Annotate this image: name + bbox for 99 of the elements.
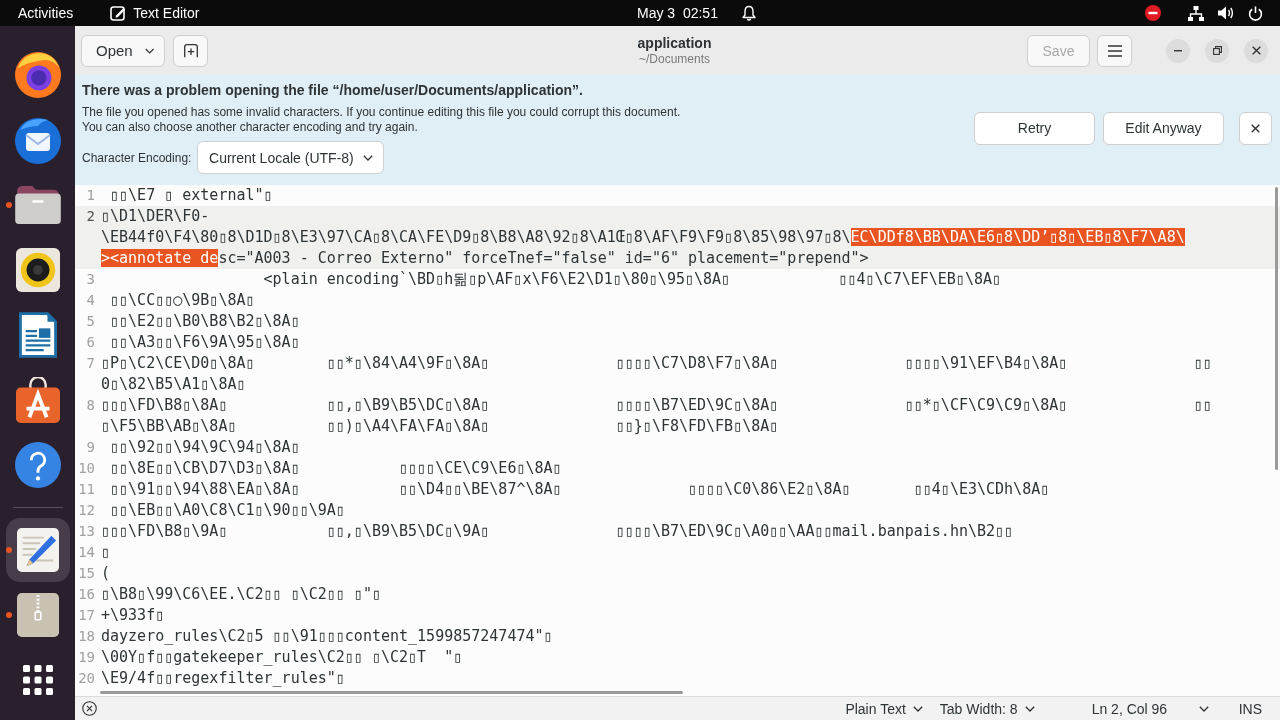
- maximize-button[interactable]: [1205, 38, 1229, 63]
- selected-text: ><annotate de: [101, 249, 219, 267]
- code-text: ▯▯▯\FD\B8▯\9A▯ ▯▯,▯\B9\B5\DC▯\9A▯ ▯▯▯▯\B7\ED\9C▯\A0▯▯\AA▯▯mail.banpais.hn\B2▯▯: [101, 522, 1014, 540]
- code-text: ▯\D1\DER\F0-: [101, 207, 210, 225]
- code-text: +\933f▯: [101, 606, 165, 624]
- encoding-label: Character Encoding:: [82, 150, 192, 165]
- menu-icon: [1107, 44, 1122, 57]
- app-grid-icon: [22, 665, 53, 695]
- line-number: 11: [77, 480, 96, 499]
- line-number: 16: [77, 585, 96, 604]
- folder-icon: [14, 186, 61, 224]
- window-subtitle: ~/Documents: [638, 51, 710, 67]
- close-button[interactable]: [1244, 38, 1268, 63]
- line-number: 17: [77, 606, 96, 625]
- line-number: 2: [85, 207, 96, 226]
- error-title: There was a problem opening the file “/home/user/Documents/application”.: [82, 81, 583, 99]
- line-number: 18: [77, 627, 96, 646]
- shopping-bag-icon: [15, 377, 60, 423]
- document-icon: [18, 312, 57, 358]
- code-text: ▯▯▯\FD\B8▯\8A▯ ▯▯,▯\B9\B5\DC▯\8A▯ ▯▯▯▯\B7\ED\9C▯\8A▯ ▯▯*▯\CF\C9\C9▯\8A▯ ▯▯: [101, 396, 1212, 414]
- code-text: ▯▯\E7 ▯ external"▯: [110, 186, 273, 204]
- code-text: ▯\B8▯\99\C6\EE.\C2▯▯ ▯\C2▯▯ ▯"▯: [101, 585, 381, 603]
- code-text: ▯▯\EB▯▯\A0\C8\C1▯\90▯▯\9A▯: [110, 501, 345, 519]
- code-text: ▯P▯\C2\CE\D0▯\8A▯ ▯▯*▯\84\A4\9F▯\8A▯ ▯▯▯▯\C7\D8\F7▯\8A▯ ▯▯▯▯\91\EF\B4▯\8A▯ ▯▯: [101, 354, 1212, 372]
- code-text: dayzero_rules\C2▯5 ▯▯\91▯▯▯content_1599857247474"▯: [101, 627, 553, 645]
- question-mark-icon: [14, 442, 61, 488]
- code-text: ▯: [101, 543, 111, 561]
- pencil-document-icon: [16, 528, 59, 572]
- circle-x-icon[interactable]: [82, 701, 97, 716]
- close-icon: [1251, 46, 1261, 55]
- activities-button[interactable]: Activities: [18, 2, 74, 24]
- new-tab-button[interactable]: [173, 34, 208, 67]
- code-text: <plain encoding`\BD▯h됢▯p\AF▯x\F6\E2\D1▯\80▯\95▯\8A▯ ▯▯4▯\C7\EF\EB▯\8A▯: [263, 270, 1002, 288]
- selected-text: EC\DDf8\BB\DA\E6▯8\DD’▯8▯\EB▯8\F7\A8\: [850, 228, 1185, 246]
- code-text: ▯\F5\BB\AB▯\8A▯ ▯▯)▯\A4\FA\FA▯\8A▯ ▯▯}▯\F8\FD\FB▯\8A▯: [101, 417, 779, 435]
- cursor-position-button[interactable]: Ln 2, Col 96: [1091, 700, 1209, 717]
- code-text: ▯▯\8E▯▯\CB\D7\D3▯\8A▯ ▯▯▯▯\CE\C9\E6▯\8A▯: [110, 459, 562, 477]
- text-area[interactable]: [75, 185, 1280, 696]
- disc-icon: [14, 52, 61, 98]
- encoding-dropdown[interactable]: Current Locale (UTF-8): [197, 141, 385, 174]
- line-number: 3: [85, 270, 96, 289]
- code-text: 0▯\82\B5\A1▯\8A▯: [101, 375, 246, 393]
- line-number: 10: [77, 459, 96, 478]
- code-text: sc="A003 - Correo Externo" forceTnef="false" id="6" placement="prepend">: [218, 249, 869, 267]
- zipper-box-icon: [16, 593, 59, 637]
- line-number: 12: [77, 501, 96, 520]
- code-text: ▯▯\92▯▯\94\9C\94▯\8A▯: [110, 438, 300, 456]
- line-number: 9: [85, 438, 96, 457]
- action-button[interactable]: Edit Anyway: [1103, 111, 1224, 145]
- line-number: 6: [85, 333, 96, 352]
- action-button[interactable]: Retry: [974, 111, 1095, 145]
- app-menu-button[interactable]: Text Editor: [110, 2, 200, 24]
- network-icon[interactable]: [1188, 5, 1204, 21]
- no-entry-icon[interactable]: [1145, 5, 1161, 21]
- line-number: 20: [77, 669, 96, 688]
- code-text: \00Y▯f▯▯gatekeeper_rules\C2▯▯ ▯\C2▯T "▯: [101, 648, 463, 666]
- line-number: 5: [85, 312, 96, 331]
- message-text: You can also choose another character encoding and try again.: [82, 120, 419, 135]
- insert-mode-label: INS: [1238, 700, 1262, 717]
- vertical-scrollbar[interactable]: [1275, 187, 1278, 470]
- horizontal-scrollbar[interactable]: [100, 691, 683, 694]
- menu-button[interactable]: [1097, 34, 1132, 67]
- caret-icon: [144, 47, 154, 54]
- caret-icon: [912, 705, 923, 712]
- message-text: The file you opened has some invalid characters. If you continue editing this file you could corrupt this document.: [82, 105, 681, 120]
- caret-icon: [362, 154, 373, 161]
- speaker-volume-icon[interactable]: [1218, 6, 1234, 20]
- speaker-icon: [15, 248, 60, 292]
- code-text: \E9/4f▯▯regexfilter_rules"▯: [101, 669, 345, 687]
- line-number: 8: [85, 396, 96, 415]
- power-icon[interactable]: [1248, 5, 1263, 21]
- window-title: application: [637, 34, 712, 51]
- line-number: 13: [77, 522, 96, 541]
- launcher-button[interactable]: [5, 518, 70, 582]
- code-text: ▯▯\E2▯▯\B0\B8\B2▯\8A▯: [110, 312, 300, 330]
- tab-width-button[interactable]: Tab Width: 8: [939, 700, 1035, 717]
- line-number: 15: [77, 564, 96, 583]
- code-text: (: [101, 564, 111, 582]
- language-button[interactable]: Plain Text: [845, 700, 923, 717]
- minimize-icon: [1174, 49, 1182, 52]
- line-number: 7: [85, 354, 96, 373]
- close-icon: [1251, 123, 1260, 133]
- line-number: 19: [77, 648, 96, 667]
- code-text: \EB44f0\F4\80▯8\D1D▯8\E3\97\CA▯8\CA\FE\D9▯8\B8\A8\92▯8\A1Œ▯8\AF\F9\F9▯8\85\98\97▯8\: [101, 228, 851, 246]
- pencil-square-icon: [110, 5, 127, 21]
- open-button[interactable]: Open: [81, 34, 165, 67]
- code-text: ▯▯\91▯▯\94\88\EA▯\8A▯ ▯▯\D4▯▯\BE\87^\8A▯ ▯▯▯▯\C0\86\E2▯\8A▯ ▯▯4▯\E3\CDh\8A▯: [110, 480, 1050, 498]
- envelope-icon: [13, 116, 62, 164]
- caret-icon: [1024, 705, 1035, 712]
- line-number: 4: [85, 291, 96, 310]
- new-tab-icon: [183, 43, 198, 58]
- bell-icon: [741, 5, 756, 21]
- line-number: 14: [77, 543, 96, 562]
- clock-button[interactable]: May 3 02:51: [630, 2, 756, 24]
- caret-icon: [1198, 705, 1209, 712]
- line-number: 1: [85, 186, 96, 205]
- code-text: ▯▯\CC▯▯◯\9B▯\8A▯: [110, 291, 255, 309]
- code-text: ▯▯\A3▯▯\F6\9A\95▯\8A▯: [110, 333, 300, 351]
- restore-icon: [1212, 46, 1222, 55]
